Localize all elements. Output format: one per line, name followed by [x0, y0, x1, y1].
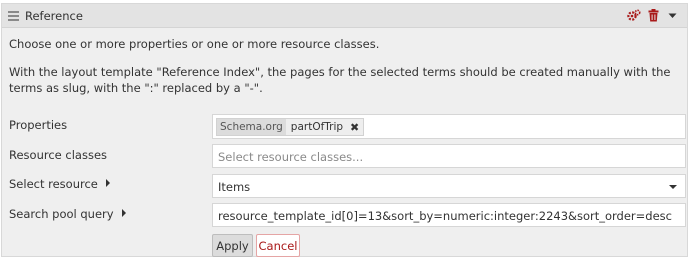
expand-info-icon[interactable]: [105, 179, 110, 187]
intro-line-1: Choose one or more properties or one or …: [9, 37, 380, 51]
property-chip-term: partOfTrip: [290, 121, 344, 133]
configure-gears-icon[interactable]: [627, 8, 641, 23]
apply-button[interactable]: Apply: [212, 234, 253, 257]
properties-label: Properties: [9, 118, 67, 132]
properties-select[interactable]: Schema.org partOfTrip ✖: [212, 114, 686, 139]
property-chip-vocab: Schema.org: [217, 119, 286, 135]
trash-icon[interactable]: [646, 8, 660, 23]
cancel-button[interactable]: Cancel: [256, 234, 300, 257]
search-pool-query-input[interactable]: resource_template_id[0]=13&sort_by=numer…: [212, 203, 686, 227]
search-pool-query-value: resource_template_id[0]=13&sort_by=numer…: [218, 209, 672, 223]
remove-chip-icon[interactable]: ✖: [350, 121, 359, 134]
select-resource-label-text: Select resource: [9, 177, 98, 191]
expand-info-icon[interactable]: [121, 209, 126, 217]
property-chip: Schema.org partOfTrip ✖: [216, 118, 365, 136]
reference-block: Reference Choose one or more properties …: [1, 3, 688, 257]
drag-handle-icon[interactable]: [8, 11, 19, 21]
block-header: Reference: [2, 4, 687, 28]
select-resource-dropdown[interactable]: Items: [212, 174, 686, 198]
resource-classes-label-text: Resource classes: [9, 148, 108, 162]
search-pool-query-label: Search pool query: [9, 207, 126, 221]
select-resource-label: Select resource: [9, 177, 110, 191]
collapse-chevron-icon[interactable]: [665, 8, 679, 23]
resource-classes-placeholder: Select resource classes...: [218, 150, 364, 164]
dropdown-caret-icon: [669, 185, 677, 189]
block-title: Reference: [25, 9, 83, 23]
intro-line-2: With the layout template "Reference Inde…: [9, 65, 671, 95]
search-pool-query-label-text: Search pool query: [9, 207, 114, 221]
properties-label-text: Properties: [9, 118, 68, 132]
block-description: Choose one or more properties or one or …: [9, 36, 679, 96]
resource-classes-select[interactable]: Select resource classes...: [212, 144, 686, 168]
block-actions: [627, 8, 679, 23]
select-resource-value: Items: [218, 180, 251, 194]
resource-classes-label: Resource classes: [9, 148, 107, 162]
